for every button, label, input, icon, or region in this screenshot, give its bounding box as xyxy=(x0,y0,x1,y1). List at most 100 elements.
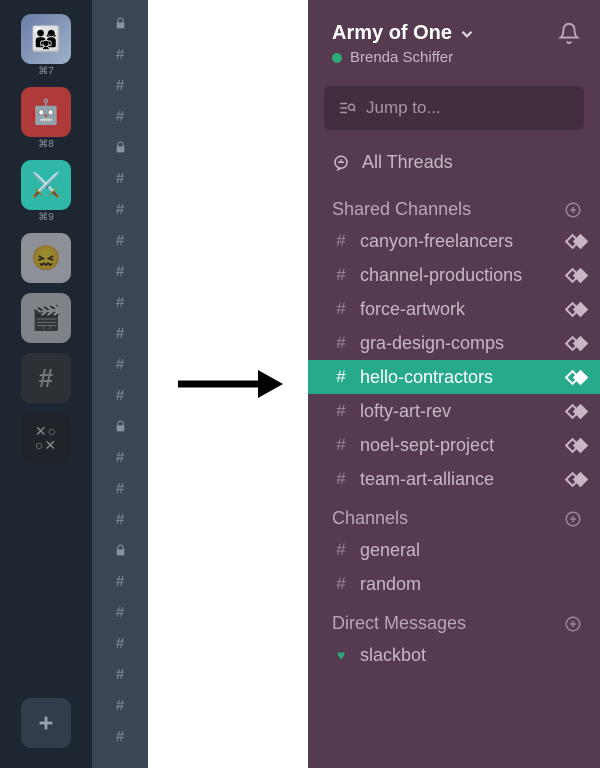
heart-icon: ♥ xyxy=(332,647,350,663)
dms-title: Direct Messages xyxy=(332,613,466,634)
hash-icon: # xyxy=(332,540,350,560)
hash-icon[interactable]: # xyxy=(92,659,148,690)
shared-indicator-icon xyxy=(570,236,586,247)
workspace-item[interactable]: 🤖⌘8 xyxy=(21,87,71,150)
add-shared-channel-button[interactable] xyxy=(564,201,582,219)
threads-icon xyxy=(332,154,350,172)
chevron-down-icon xyxy=(458,25,476,43)
shared-indicator-icon xyxy=(570,372,586,383)
workspace-icon: # xyxy=(21,353,71,403)
hash-icon: # xyxy=(332,469,350,489)
user-name-label: Brenda Schiffer xyxy=(350,49,453,66)
dm-label: slackbot xyxy=(360,645,426,666)
shared-channel-item[interactable]: # force-artwork xyxy=(308,292,600,326)
workspace-name[interactable]: Army of One xyxy=(332,22,476,45)
channel-label: channel-productions xyxy=(360,265,522,286)
workspace-shortcut: ⌘8 xyxy=(38,139,54,150)
hash-icon[interactable]: # xyxy=(92,473,148,504)
hash-icon: # xyxy=(332,574,350,594)
all-threads-label: All Threads xyxy=(362,152,453,173)
shared-channel-item[interactable]: # team-art-alliance xyxy=(308,462,600,496)
shared-indicator-icon xyxy=(570,406,586,417)
workspace-item[interactable]: ⚔️ ⌘9 xyxy=(21,160,71,223)
workspace-icon: 😖 xyxy=(21,233,71,283)
hash-icon[interactable]: # xyxy=(92,442,148,473)
shared-indicator-icon xyxy=(570,304,586,315)
workspace-item[interactable]: 🎬 xyxy=(21,293,71,343)
jump-to-input[interactable]: Jump to... xyxy=(324,86,584,130)
workspace-item[interactable]: 😖 xyxy=(21,233,71,283)
shared-channel-item[interactable]: # lofty-art-rev xyxy=(308,394,600,428)
workspace-icon: ✕○ ○✕ xyxy=(21,413,71,463)
hash-icon[interactable]: # xyxy=(92,194,148,225)
arrow-icon xyxy=(173,364,283,404)
workspace-item[interactable]: ✕○ ○✕ xyxy=(21,413,71,463)
hash-icon[interactable]: # xyxy=(92,70,148,101)
shared-indicator-icon xyxy=(570,474,586,485)
workspace-shortcut: ⌘9 xyxy=(38,212,54,223)
dm-item[interactable]: ♥ slackbot xyxy=(308,638,600,672)
workspace-item[interactable]: # xyxy=(21,353,71,403)
lock-icon[interactable] xyxy=(92,535,148,566)
add-channel-button[interactable] xyxy=(564,510,582,528)
hash-icon[interactable]: # xyxy=(92,380,148,411)
hash-icon[interactable]: # xyxy=(92,318,148,349)
lock-icon[interactable] xyxy=(92,8,148,39)
add-workspace-button[interactable] xyxy=(21,698,71,748)
channels-header: Channels xyxy=(308,496,600,533)
hash-icon: # xyxy=(332,401,350,421)
channel-label: hello-contractors xyxy=(360,367,493,388)
shared-channels-list: #canyon-freelancers#channel-productions#… xyxy=(308,224,600,496)
all-threads-link[interactable]: All Threads xyxy=(308,144,600,187)
plus-icon xyxy=(35,712,57,734)
hash-icon[interactable]: # xyxy=(92,721,148,752)
hash-icon: # xyxy=(332,231,350,251)
hash-icon[interactable]: # xyxy=(92,225,148,256)
hash-icon: # xyxy=(332,299,350,319)
current-user[interactable]: Brenda Schiffer xyxy=(332,49,476,66)
shared-channel-item[interactable]: # noel-sept-project xyxy=(308,428,600,462)
shared-channel-item[interactable]: # hello-contractors xyxy=(308,360,600,394)
workspace-icon: ⚔️ xyxy=(21,160,71,210)
shared-channels-header: Shared Channels xyxy=(308,187,600,224)
channel-label: force-artwork xyxy=(360,299,465,320)
dms-header: Direct Messages xyxy=(308,601,600,638)
hash-icon[interactable]: # xyxy=(92,690,148,721)
shared-channel-item[interactable]: #canyon-freelancers xyxy=(308,224,600,258)
hash-icon[interactable]: # xyxy=(92,256,148,287)
hash-icon[interactable]: # xyxy=(92,566,148,597)
shared-channel-item[interactable]: # channel-productions xyxy=(308,258,600,292)
jump-icon xyxy=(338,99,356,117)
add-dm-button[interactable] xyxy=(564,615,582,633)
channel-label: noel-sept-project xyxy=(360,435,494,456)
dms-list: ♥ slackbot xyxy=(308,638,600,672)
hash-icon[interactable]: # xyxy=(92,504,148,535)
shared-indicator-icon xyxy=(570,440,586,451)
channel-item[interactable]: #general xyxy=(308,533,600,567)
shared-indicator-icon xyxy=(570,270,586,281)
jump-to-placeholder: Jump to... xyxy=(366,98,441,118)
workspace-icon: 🎬 xyxy=(21,293,71,343)
channel-item[interactable]: # random xyxy=(308,567,600,601)
lock-icon[interactable] xyxy=(92,411,148,442)
shared-channel-item[interactable]: #gra-design-comps xyxy=(308,326,600,360)
hash-icon: # xyxy=(332,265,350,285)
channel-sidebar: Army of One Brenda Schiffer Jump to... A… xyxy=(308,0,600,768)
hash-icon[interactable]: # xyxy=(92,349,148,380)
hash-icon[interactable]: # xyxy=(92,163,148,194)
hash-icon[interactable]: # xyxy=(92,39,148,70)
hash-icon[interactable]: # xyxy=(92,597,148,628)
hash-icon[interactable]: # xyxy=(92,628,148,659)
channel-label: random xyxy=(360,574,421,595)
hash-icon: # xyxy=(332,367,350,387)
bell-icon[interactable] xyxy=(558,22,580,44)
channels-title: Channels xyxy=(332,508,408,529)
channel-label: team-art-alliance xyxy=(360,469,494,490)
hash-icon[interactable]: # xyxy=(92,287,148,318)
lock-icon[interactable] xyxy=(92,132,148,163)
hash-icon[interactable]: # xyxy=(92,101,148,132)
collapsed-sidebar: #################### xyxy=(92,0,148,768)
hash-icon: # xyxy=(332,435,350,455)
workspace-item[interactable]: 👨‍👩‍👧⌘7 xyxy=(21,14,71,77)
channel-label: lofty-art-rev xyxy=(360,401,451,422)
